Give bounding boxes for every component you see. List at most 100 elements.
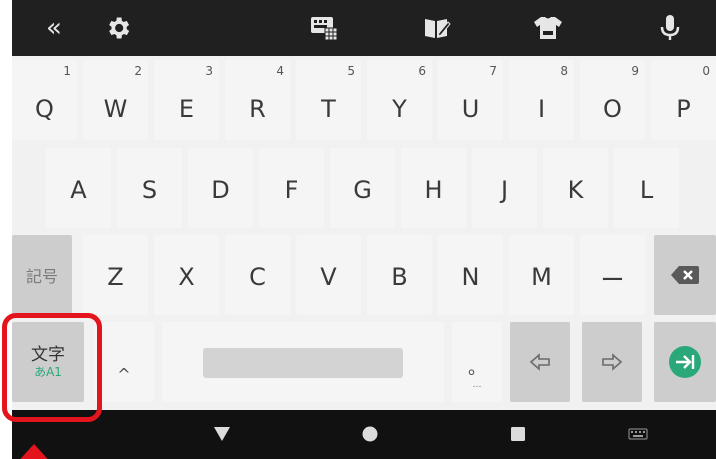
key-hint: 4 [276, 64, 284, 78]
key-label: X [178, 263, 195, 291]
key-k[interactable]: K [543, 148, 608, 228]
key-label: N [461, 263, 480, 291]
key-label: T [321, 95, 336, 123]
key-label: U [461, 95, 480, 123]
key-c[interactable]: C [225, 235, 290, 315]
settings-button[interactable] [96, 8, 140, 48]
key-o[interactable]: 9O [580, 60, 645, 140]
key-label: K [567, 176, 584, 204]
tab-next-icon [669, 346, 701, 378]
key-hint: 5 [347, 64, 355, 78]
key-label: A [70, 176, 87, 204]
key-hint: 7 [489, 64, 497, 78]
key-q[interactable]: 1Q [12, 60, 77, 140]
key-s[interactable]: S [117, 148, 182, 228]
key-label: M [531, 263, 552, 291]
highlight-box [2, 313, 102, 422]
key-label: H [424, 176, 443, 204]
key-r[interactable]: 4R [225, 60, 290, 140]
period-key[interactable]: 。 … [452, 322, 502, 402]
key-d[interactable]: D [188, 148, 253, 228]
pointer-arrow [14, 444, 54, 459]
cursor-left-key[interactable] [510, 322, 570, 402]
key-label: C [249, 263, 266, 291]
key-label: ー [600, 265, 625, 294]
period-key-sublabel: … [472, 380, 482, 390]
keyboard-switch-button[interactable] [616, 418, 660, 450]
collapse-toolbar-button[interactable]: « [32, 8, 76, 48]
backspace-icon [671, 266, 699, 284]
key-n[interactable]: N [438, 235, 503, 315]
key-hint: 0 [702, 64, 710, 78]
backspace-key[interactable] [654, 235, 716, 315]
keyboard-layout-icon [311, 17, 338, 41]
right-arrow-icon [602, 353, 623, 371]
key-label: S [141, 176, 158, 204]
back-triangle-icon [214, 427, 230, 441]
symbol-key-label: 記号 [25, 267, 58, 286]
key-l[interactable]: L [614, 148, 679, 228]
key-label: F [284, 176, 299, 204]
back-button[interactable] [200, 418, 244, 450]
key-e[interactable]: 3E [154, 60, 219, 140]
key-label: W [103, 95, 128, 123]
key-label: L [639, 176, 654, 204]
key-i[interactable]: 8I [509, 60, 574, 140]
key-hint: 9 [631, 64, 639, 78]
period-key-label: 。 [468, 358, 486, 379]
key-p[interactable]: 0P [651, 60, 716, 140]
keyboard-layout-button[interactable] [302, 8, 346, 48]
keyboard-toolbar: « [12, 0, 716, 56]
next-field-key[interactable] [654, 322, 716, 402]
system-navigation-bar [12, 410, 716, 459]
key-m[interactable]: M [509, 235, 574, 315]
key-label: Y [392, 95, 407, 123]
key-label: J [500, 176, 509, 204]
key-label: B [391, 263, 408, 291]
key-x[interactable]: X [154, 235, 219, 315]
recents-square-icon [511, 427, 525, 441]
key-y[interactable]: 6Y [367, 60, 432, 140]
key-label: D [211, 176, 230, 204]
key-g[interactable]: G [330, 148, 395, 228]
long-vowel-key[interactable]: ー [580, 235, 645, 315]
keyboard-switch-icon [628, 428, 648, 440]
key-v[interactable]: V [296, 235, 361, 315]
left-arrow-icon [529, 353, 550, 371]
key-b[interactable]: B [367, 235, 432, 315]
key-u[interactable]: 7U [438, 60, 503, 140]
device-screen: « 1 Q 2 W 3 E 4 R 5 T 6 Y 7 U 8 I 9 O 0 … [12, 0, 716, 459]
key-a[interactable]: A [46, 148, 111, 228]
key-label: V [320, 263, 337, 291]
dictionary-button[interactable] [415, 8, 459, 48]
key-label: R [249, 95, 266, 123]
key-h[interactable]: H [401, 148, 466, 228]
key-t[interactable]: 5T [296, 60, 361, 140]
theme-button[interactable] [526, 8, 570, 48]
key-hint: 1 [63, 64, 71, 78]
key-label: P [676, 95, 691, 123]
key-label: Q [35, 95, 54, 123]
key-z[interactable]: Z [83, 235, 148, 315]
home-circle-icon [362, 426, 378, 442]
theme-icon [534, 17, 562, 39]
collapse-icon: « [46, 13, 62, 43]
space-bar-indicator [203, 348, 403, 378]
key-hint: 2 [134, 64, 142, 78]
caret-key[interactable]: ^ [94, 322, 154, 402]
key-label: I [537, 95, 546, 123]
key-hint: 6 [418, 64, 426, 78]
home-button[interactable] [348, 418, 392, 450]
key-f[interactable]: F [259, 148, 324, 228]
gear-icon [109, 17, 130, 39]
symbol-key[interactable]: 記号 [12, 235, 72, 315]
recents-button[interactable] [496, 418, 540, 450]
voice-input-button[interactable] [648, 8, 692, 48]
key-j[interactable]: J [472, 148, 537, 228]
key-label: E [178, 95, 195, 123]
key-w[interactable]: 2W [83, 60, 148, 140]
caret-key-label: ^ [117, 364, 131, 384]
software-keyboard: 1Q 2W 3E 4R 5T 6Y 7U 8I 9O 0P A S D F G … [12, 56, 716, 410]
cursor-right-key[interactable] [582, 322, 642, 402]
key-hint: 8 [560, 64, 568, 78]
